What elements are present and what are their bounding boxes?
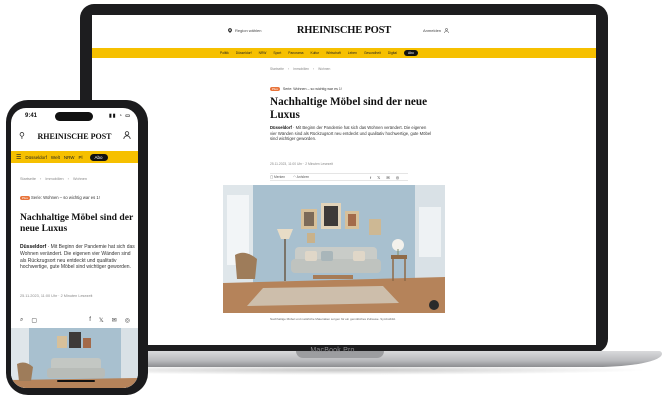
login-link[interactable]: Anmelden — [423, 28, 449, 33]
mobile-main-nav: ☰ Düsseldorf Welt NRW Pl Abo — [11, 151, 138, 163]
whatsapp-icon[interactable]: ◎ — [125, 317, 130, 324]
menu-icon[interactable]: ☰ — [16, 154, 21, 161]
nav-item[interactable]: NRW — [64, 155, 75, 160]
save-button[interactable]: ▢ Merken — [270, 175, 285, 179]
nav-item[interactable]: Pl — [79, 155, 83, 160]
device-mockup-scene: MacBook Pro Region wählen RHEINISCHE POS… — [0, 0, 665, 399]
dynamic-island — [55, 112, 93, 121]
mail-icon[interactable]: ✉ — [112, 317, 117, 324]
plus-badge: Plus — [270, 87, 280, 91]
x-icon[interactable]: 𝕏 — [377, 175, 380, 180]
lead-text: · Mit Beginn der Pandemie hat sich das W… — [270, 125, 432, 141]
nav-item[interactable]: NRW — [259, 51, 267, 55]
user-icon — [444, 28, 449, 33]
nav-item[interactable]: Digital — [388, 51, 397, 55]
desktop-main-nav: Politik Düsseldorf NRW Sport Panorama Ku… — [92, 48, 596, 58]
nav-item[interactable]: Welt — [51, 155, 60, 160]
site-logo[interactable]: RHEINISCHE POST — [11, 132, 138, 141]
breadcrumb: Startseite › Immobilien › Wohnen — [270, 67, 331, 71]
status-bar: 9:41 ▮▮ ◔ ▭ — [11, 108, 138, 124]
bookmark-icon: ▢ — [270, 175, 274, 179]
facebook-icon[interactable]: f — [89, 317, 91, 324]
share-bar: f 𝕏 ✉ ◎ — [370, 175, 399, 180]
listen-button[interactable]: ◠ Anhören — [293, 175, 309, 179]
article-lead: Düsseldorf · Mit Beginn der Pandemie hat… — [20, 244, 136, 271]
site-logo[interactable]: RHEINISCHE POST — [92, 25, 596, 36]
laptop-screen: Region wählen RHEINISCHE POST Anmelden P… — [92, 15, 596, 345]
nav-item[interactable]: Düsseldorf — [236, 51, 252, 55]
whatsapp-icon[interactable]: ◎ — [396, 175, 400, 180]
article-date: 25.11.2023, 11:00 Uhr · 2 Minuten Leseze… — [20, 294, 93, 298]
signal-battery-icon: ▮▮ ◔ ▭ — [109, 113, 132, 119]
nav-item[interactable]: Leben — [348, 51, 357, 55]
bookmark-icon[interactable]: ▢ — [31, 317, 37, 324]
article-title: Nachhaltige Möbel sind der neue Luxus — [20, 212, 134, 234]
article-hero-image — [11, 328, 138, 388]
status-time: 9:41 — [25, 113, 38, 119]
nav-item[interactable]: Sport — [273, 51, 281, 55]
article-date: 25.11.2023, 11:00 Uhr · 2 Minuten Leseze… — [270, 162, 333, 166]
article-title: Nachhaltige Möbel sind der neue Luxus — [270, 96, 428, 121]
article-kicker: Plus Serie: Wohnen – so wichtig war es 1… — [270, 87, 342, 91]
breadcrumb-item[interactable]: Startseite — [270, 67, 284, 71]
nav-item[interactable]: Wirtschaft — [326, 51, 341, 55]
article-kicker: Plus Serie: Wohnen – so wichtig war es 1… — [20, 195, 130, 202]
nav-item[interactable]: Kultur — [311, 51, 320, 55]
breadcrumb-item[interactable]: Wohnen — [318, 67, 330, 71]
home-indicator — [57, 380, 95, 382]
lead-city: Düsseldorf — [20, 244, 47, 250]
breadcrumb-item[interactable]: Wohnen — [73, 177, 87, 181]
phone-screen: 9:41 ▮▮ ◔ ▭ ⚲ RHEINISCHE POST ☰ Düsseldo… — [11, 108, 138, 388]
image-caption: Nachhaltige Möbel und natürliche Materia… — [270, 317, 396, 321]
mobile-header: ⚲ RHEINISCHE POST — [11, 126, 138, 146]
breadcrumb-item[interactable]: Startseite — [20, 177, 36, 181]
kicker-text: Serie: Wohnen – so wichtig war es 1! — [282, 87, 342, 91]
lead-city: Düsseldorf — [270, 125, 292, 130]
x-icon[interactable]: 𝕏 — [99, 317, 104, 324]
headphones-icon: ◠ — [293, 175, 296, 179]
mail-icon[interactable]: ✉ — [386, 175, 389, 180]
abo-button[interactable]: Abo — [89, 153, 108, 161]
breadcrumb-item[interactable]: Immobilien — [45, 177, 63, 181]
article-hero-image — [223, 185, 445, 313]
search-icon[interactable]: ⌕ — [20, 317, 23, 324]
desktop-header: Region wählen RHEINISCHE POST Anmelden — [92, 15, 596, 47]
abo-button[interactable]: Abo — [404, 50, 418, 56]
nav-item[interactable]: Gesundheit — [364, 51, 381, 55]
living-room-illustration — [223, 185, 445, 313]
breadcrumb-item[interactable]: Immobilien — [293, 67, 309, 71]
facebook-icon[interactable]: f — [370, 175, 371, 180]
nav-item[interactable]: Panorama — [288, 51, 303, 55]
living-room-illustration — [11, 328, 138, 388]
breadcrumb: Startseite › Immobilien › Wohnen — [20, 177, 88, 181]
kicker-text: Serie: Wohnen – so wichtig war es 1! — [31, 195, 100, 200]
user-icon[interactable] — [123, 131, 131, 141]
article-actions: ⌕ ▢ f 𝕏 ✉ ◎ — [20, 317, 130, 324]
plus-badge: Plus — [20, 196, 30, 200]
nav-item[interactable]: Düsseldorf — [25, 155, 47, 160]
article-lead: Düsseldorf · Mit Beginn der Pandemie hat… — [270, 125, 432, 142]
nav-item[interactable]: Politik — [220, 51, 229, 55]
login-label: Anmelden — [423, 28, 442, 33]
expand-icon[interactable] — [429, 300, 439, 310]
